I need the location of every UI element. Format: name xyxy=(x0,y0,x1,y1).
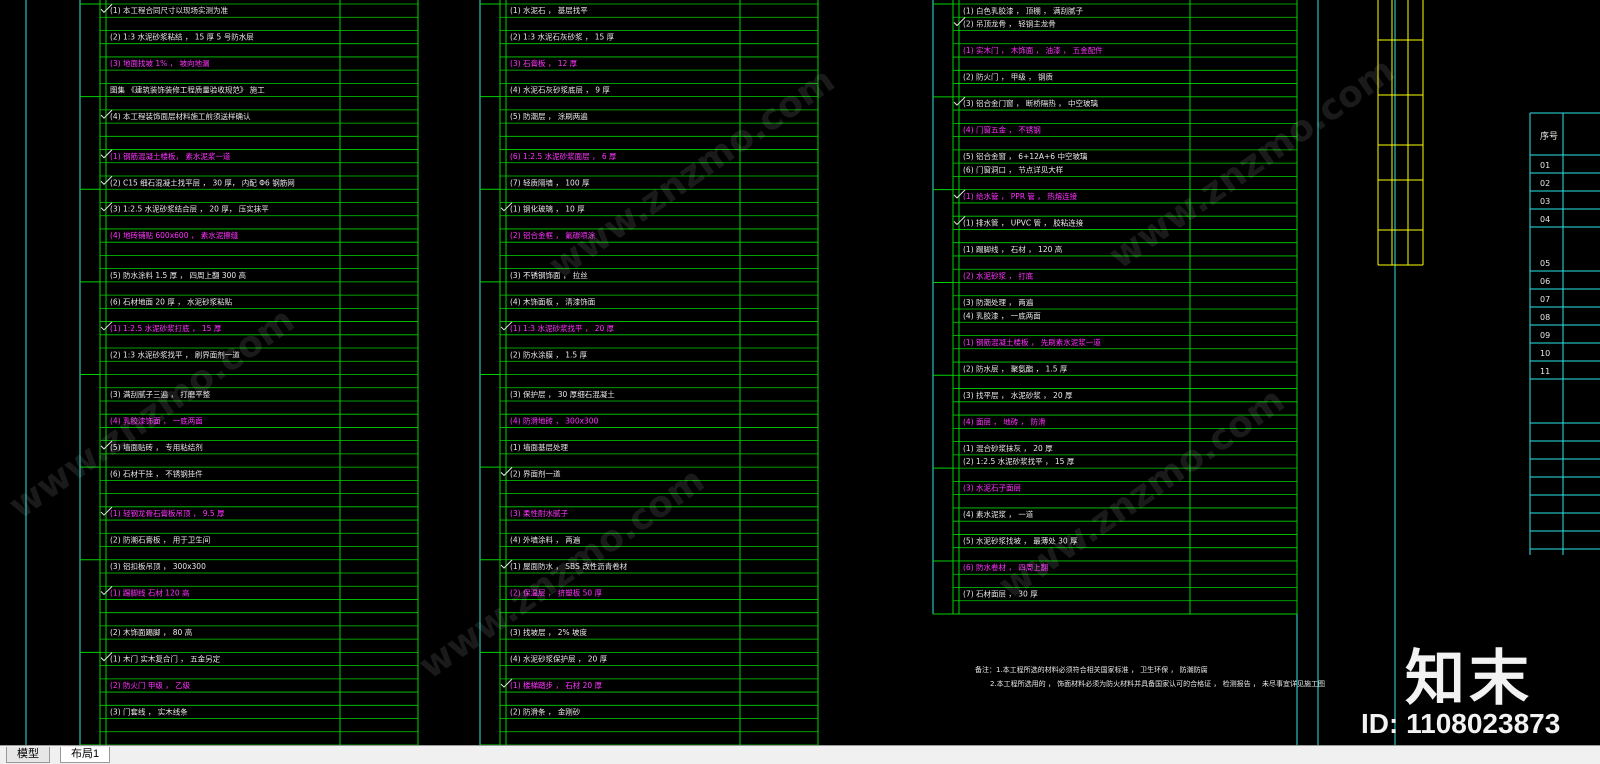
spec-row-text: (6) 石材干挂 ， 不锈钢挂件 xyxy=(110,468,203,478)
spec-row-text: (1) 楼梯踏步 ， 石材 20 厚 xyxy=(510,680,603,690)
spec-row-text: (3) 地面找坡 1% ， 坡向地漏 xyxy=(110,58,210,68)
spec-row-text: (1) 屋面防水 ， SBS 改性沥青卷材 xyxy=(510,561,628,571)
spec-row-text: (1) 钢筋混凝土楼板 ， 先刷素水泥浆一道 xyxy=(963,337,1101,347)
spec-row-text: (5) 墙面贴砖 ， 专用粘结剂 xyxy=(110,442,203,452)
spec-row-text: (1) 钢筋混凝土楼板， 素水泥浆一道 xyxy=(110,151,231,161)
spec-row-text: (1) 木门 实木复合门 ， 五金另定 xyxy=(110,654,221,664)
brand-id: ID: 1108023873 xyxy=(1361,708,1561,739)
spec-row-text: (2) C15 细石混凝土找平层 ， 30 厚， 内配 Φ6 钢筋网 xyxy=(110,177,295,187)
index-row-number: 02 xyxy=(1540,179,1550,188)
spec-row-text: (4) 乳胶漆 ， 一底两面 xyxy=(963,310,1041,320)
spec-row-text: (1) 踢脚线 ， 石材 ， 120 高 xyxy=(963,244,1063,254)
index-row-number: 10 xyxy=(1540,349,1550,358)
spec-row-text: (3) 水泥石子面层 xyxy=(963,483,1022,493)
spec-row-text: (3) 门套线 ， 实木线条 xyxy=(110,707,188,717)
index-row-number: 06 xyxy=(1540,277,1550,286)
spec-row-text: (2) 1:3 水泥砂浆找平 ， 刷界面剂一道 xyxy=(110,349,240,359)
spec-row-text: (5) 防潮层 ， 涂刷两遍 xyxy=(510,111,588,121)
spec-row-text: (1) 本工程合同尺寸以现场实测为准 xyxy=(110,5,229,15)
index-row-number: 05 xyxy=(1540,259,1550,268)
spec-row-text: (1) 白色乳胶漆 ， 顶棚 ， 满刮腻子 xyxy=(963,5,1084,15)
spec-row-text: (1) 给水管 ， PPR 管 ， 热熔连接 xyxy=(963,191,1078,201)
spec-row-text: (6) 门窗洞口 ， 节点详见大样 xyxy=(963,164,1064,174)
spec-row-text: (4) 面层 ， 地砖 ， 防滑 xyxy=(963,416,1046,426)
index-row-number: 04 xyxy=(1540,215,1550,224)
spec-row-text: (7) 轻质隔墙 ， 100 厚 xyxy=(510,177,590,187)
spec-row-text: (5) 水泥砂浆找坡 ， 最薄处 30 厚 xyxy=(963,536,1078,546)
spec-row-text: (4) 乳胶漆饰面 ， 一底两面 xyxy=(110,415,203,425)
spec-row-text: (1) 踢脚线 石材 120 高 xyxy=(110,587,190,597)
spec-row-text: (2) 保温层 ， 挤塑板 50 厚 xyxy=(510,587,603,597)
spec-row-text: (4) 水泥石灰砂浆底层 ， 9 厚 xyxy=(510,85,610,95)
spec-row-text: (1) 水泥石 ， 基层找平 xyxy=(510,5,588,15)
spec-row-text: (2) 木饰面踢脚 ， 80 高 xyxy=(110,627,193,637)
layout-tab-bar: 模型 布局1 xyxy=(0,745,1600,764)
spec-row-text: (3) 石膏板 ， 12 厚 xyxy=(510,58,578,68)
spec-row-text: (4) 门窗五金 ， 不锈钢 xyxy=(963,125,1041,135)
spec-row-text: (3) 铝扣板吊顶 ， 300x300 xyxy=(110,561,206,571)
spec-row-text: (3) 铝合金门窗 ， 断桥隔热 ， 中空玻璃 xyxy=(963,98,1099,108)
spec-row-text: (1) 混合砂浆抹灰 ， 20 厚 xyxy=(963,443,1053,453)
spec-row-text: (2) 防水层 ， 聚氨酯 ， 1.5 厚 xyxy=(963,363,1068,373)
spec-row-text: (2) 1:3 水泥石灰砂浆 ， 15 厚 xyxy=(510,32,615,42)
spec-row-text: (2) 防火门 ， 甲级 ， 钢质 xyxy=(963,72,1054,82)
tab-model[interactable]: 模型 xyxy=(6,747,50,763)
spec-row-text: (4) 地砖铺贴 600x600 ， 素水泥擦缝 xyxy=(110,230,239,240)
spec-row-text: (2) 防火门 甲级 ， 乙级 xyxy=(110,680,191,690)
index-row-number: 07 xyxy=(1540,295,1550,304)
index-header: 序号 xyxy=(1540,130,1558,142)
spec-row-text: (4) 防滑地砖 ， 300x300 xyxy=(510,415,599,425)
spec-row-text: (4) 外墙涂料 ， 两遍 xyxy=(510,535,581,545)
spec-row-text: (1) 排水管 ， UPVC 管 ， 胶粘连接 xyxy=(963,217,1084,227)
spec-row-text: (2) 界面剂一道 xyxy=(510,468,561,478)
spec-row-text: (2) 防潮石膏板 ， 用于卫生间 xyxy=(110,535,210,545)
notes-line-2: 2.本工程所选用的 ， 饰面材料必须为防火材料并具备国家认可的合格证 ， 检测报… xyxy=(990,679,1325,688)
spec-row-text: (2) 铝合金框 ， 氟碳喷涂 xyxy=(510,230,596,240)
spec-row-text: (1) 轻钢龙骨石膏板吊顶 ， 9.5 厚 xyxy=(110,508,225,518)
cad-drawing-canvas[interactable]: (1) 本工程合同尺寸以现场实测为准 (2) 1:3 水泥砂浆粘结 ， 15 厚 … xyxy=(0,0,1600,745)
spec-row-text: (3) 不锈钢饰面 ， 拉丝 xyxy=(510,270,588,280)
spec-row-text: (3) 找坡层 ， 2% 坡度 xyxy=(510,627,588,637)
spec-row-text: (2) 吊顶龙骨 ， 轻钢主龙骨 xyxy=(963,19,1056,29)
spec-row-text: (2) 1:3 水泥砂浆粘结 ， 15 厚 5 号防水层 xyxy=(110,32,254,42)
spec-row-text: (2) 防水涂膜 ， 1.5 厚 xyxy=(510,349,588,359)
spec-row-text: (1) 钢化玻璃 ， 10 厚 xyxy=(510,204,585,214)
spec-row-text: (4) 水泥砂浆保护层 ， 20 厚 xyxy=(510,654,608,664)
spec-row-text: (2) 1:2.5 水泥砂浆找平 ， 15 厚 xyxy=(963,456,1075,466)
spec-row-text: (2) 防滑条 ， 金刚砂 xyxy=(510,707,581,717)
spec-row-text: (3) 1:2.5 水泥砂浆结合层 ， 20 厚， 压实抹平 xyxy=(110,204,269,214)
spec-row-text: (1) 实木门 ， 木饰面 ， 油漆 ， 五金配件 xyxy=(963,45,1103,55)
spec-row-text: (3) 找平层 ， 水泥砂浆 ， 20 厚 xyxy=(963,390,1073,400)
spec-row-text: (3) 柔性耐水腻子 xyxy=(510,508,569,518)
index-row-number: 11 xyxy=(1540,367,1550,376)
spec-row-text: (5) 铝合金窗 ， 6+12A+6 中空玻璃 xyxy=(963,151,1088,161)
spec-row-text: (4) 本工程装饰面层材料施工前须送样确认 xyxy=(110,111,251,121)
spec-row-text: 图集 《建筑装饰装修工程质量验收规范》 施工 xyxy=(110,85,265,95)
brand-logo: 知末 xyxy=(1405,644,1533,714)
spec-row-text: (6) 石材地面 20 厚 ， 水泥砂浆粘贴 xyxy=(110,296,233,306)
index-row-number: 03 xyxy=(1540,197,1550,206)
spec-row-text: (4) 素水泥浆 ， 一道 xyxy=(963,509,1034,519)
spec-row-text: (4) 木饰面板 ， 清漆饰面 xyxy=(510,296,596,306)
index-row-number: 09 xyxy=(1540,331,1550,340)
index-row-number: 08 xyxy=(1540,313,1550,322)
spec-row-text: (3) 保护层 ， 30 厚细石混凝土 xyxy=(510,389,615,399)
spec-row-text: (1) 1:3 水泥砂浆找平 ， 20 厚 xyxy=(510,323,615,333)
tab-layout1[interactable]: 布局1 xyxy=(60,747,111,763)
spec-row-text: (3) 防潮处理 ， 两遍 xyxy=(963,297,1034,307)
spec-row-text: (2) 水泥砂浆 ， 打底 xyxy=(963,270,1034,280)
spec-row-text: (6) 防水卷材 ， 四周上翻 xyxy=(963,562,1048,572)
spec-row-text: (6) 1:2.5 水泥砂浆面层 ， 6 厚 xyxy=(510,151,617,161)
index-row-number: 01 xyxy=(1540,161,1550,170)
notes-line-1: 备注：1.本工程所选的材料必须符合相关国家标准 ， 卫生环保 ， 防潮防腐 xyxy=(975,665,1208,674)
spec-row-text: (1) 1:2.5 水泥砂浆打底 ， 15 厚 xyxy=(110,323,222,333)
spec-row-text: (5) 防水涂料 1.5 厚 ， 四周上翻 300 高 xyxy=(110,270,247,280)
spec-row-text: (3) 满刮腻子三遍 ， 打磨平整 xyxy=(110,389,211,399)
spec-row-text: (1) 墙面基层处理 xyxy=(510,442,569,452)
spec-row-text: (7) 石材面层 ， 30 厚 xyxy=(963,589,1038,599)
